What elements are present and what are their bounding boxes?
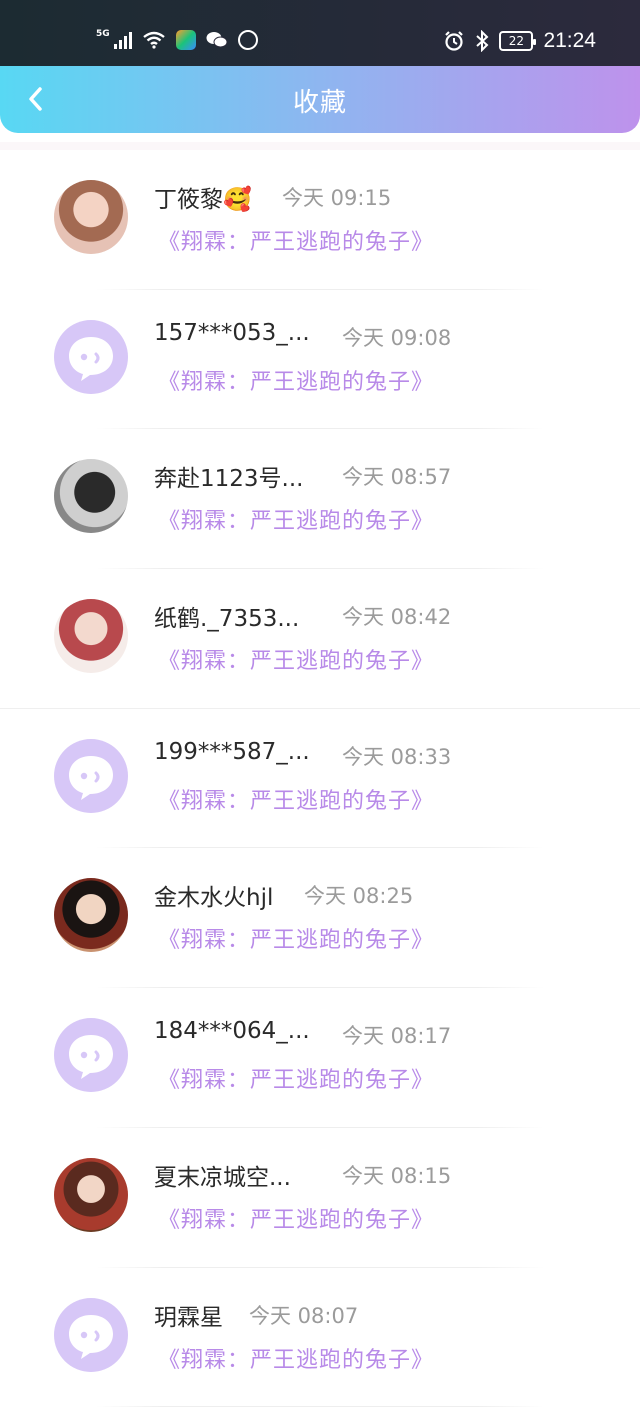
wifi-icon [142,31,165,49]
work-title-link[interactable]: 《翔霖：严王逃跑的兔子》 [158,1202,434,1234]
avatar[interactable] [54,1157,128,1232]
list-item[interactable]: 纸鹤._7353... 今天 08:42 《翔霖：严王逃跑的兔子》 [0,569,640,709]
status-time: 21:24 [543,29,596,52]
avatar[interactable] [54,319,128,394]
favorite-time: 今天 09:08 [342,325,452,350]
header-divider [0,142,640,150]
work-title-link[interactable]: 《翔霖：严王逃跑的兔子》 [158,1062,434,1094]
avatar[interactable] [54,738,128,813]
bluetooth-icon [476,30,489,52]
list-item[interactable]: 奔赴1123号... 今天 08:57 《翔霖：严王逃跑的兔子》 [0,429,640,570]
app-notification-icon [175,30,196,50]
avatar[interactable] [54,1297,128,1372]
status-left: 5G [96,28,258,52]
page-header: 收藏 [0,66,640,133]
user-name[interactable]: 丁筱黎🥰 [154,180,252,214]
favorite-time: 今天 08:42 [342,605,452,630]
chat-bubble-icon [69,1035,113,1080]
list-item[interactable]: 金木水火hjl 今天 08:25 《翔霖：严王逃跑的兔子》 [0,848,640,989]
work-title-link[interactable]: 《翔霖：严王逃跑的兔子》 [158,364,434,396]
user-name[interactable]: 夏末凉城空... [154,1158,291,1192]
user-name[interactable]: 199***587_... [154,739,310,765]
battery-icon: 22 [499,31,537,51]
avatar[interactable] [54,1018,128,1093]
list-item[interactable]: 夏末凉城空... 今天 08:15 《翔霖：严王逃跑的兔子》 [0,1128,640,1268]
list-item[interactable]: 玥霖星 今天 08:07 《翔霖：严王逃跑的兔子》 [0,1268,640,1408]
favorite-time: 今天 08:33 [342,744,452,769]
avatar[interactable] [54,599,128,674]
user-name[interactable]: 157***053_... [154,320,310,346]
user-name[interactable]: 184***064_... [154,1018,310,1044]
list-item[interactable]: 199***587_... 今天 08:33 《翔霖：严王逃跑的兔子》 [0,709,640,849]
favorite-time: 今天 08:15 [342,1163,452,1188]
page-title: 收藏 [292,88,347,118]
favorite-time: 今天 08:25 [304,884,414,909]
favorite-time: 今天 08:17 [342,1024,452,1049]
favorites-list: 丁筱黎🥰 今天 09:15 《翔霖：严王逃跑的兔子》 157***053_... 今天 … [0,150,640,1408]
work-title-link[interactable]: 《翔霖：严王逃跑的兔子》 [158,922,434,954]
browser-icon [237,30,258,50]
signal-icon [113,31,132,49]
row-divider [96,1406,544,1408]
avatar[interactable] [54,459,128,534]
avatar[interactable] [54,878,128,953]
favorite-time: 今天 09:15 [282,186,392,210]
alarm-icon [445,31,464,51]
chat-bubble-icon [69,1314,113,1359]
work-title-link[interactable]: 《翔霖：严王逃跑的兔子》 [158,643,434,675]
favorite-time: 今天 08:57 [342,465,452,490]
user-name[interactable]: 纸鹤._7353... [154,599,299,633]
status-right: 22 21:24 [443,28,596,54]
user-name[interactable]: 玥霖星 [154,1298,223,1332]
favorite-time: 今天 08:07 [249,1303,359,1328]
chat-bubble-icon [69,336,113,381]
list-item[interactable]: 157***053_... 今天 09:08 《翔霖：严王逃跑的兔子》 [0,290,640,430]
list-item[interactable]: 丁筱黎🥰 今天 09:15 《翔霖：严王逃跑的兔子》 [0,150,640,290]
user-name[interactable]: 金木水火hjl [154,878,273,912]
avatar[interactable] [54,180,128,254]
work-title-link[interactable]: 《翔霖：严王逃跑的兔子》 [158,783,434,815]
network-type: 5G [96,29,110,39]
list-item[interactable]: 184***064_... 今天 08:17 《翔霖：严王逃跑的兔子》 [0,988,640,1128]
wechat-icon [206,32,228,48]
work-title-link[interactable]: 《翔霖：严王逃跑的兔子》 [158,224,434,256]
work-title-link[interactable]: 《翔霖：严王逃跑的兔子》 [158,1342,434,1374]
work-title-link[interactable]: 《翔霖：严王逃跑的兔子》 [158,503,434,535]
chat-bubble-icon [69,755,113,800]
user-name[interactable]: 奔赴1123号... [154,459,303,493]
